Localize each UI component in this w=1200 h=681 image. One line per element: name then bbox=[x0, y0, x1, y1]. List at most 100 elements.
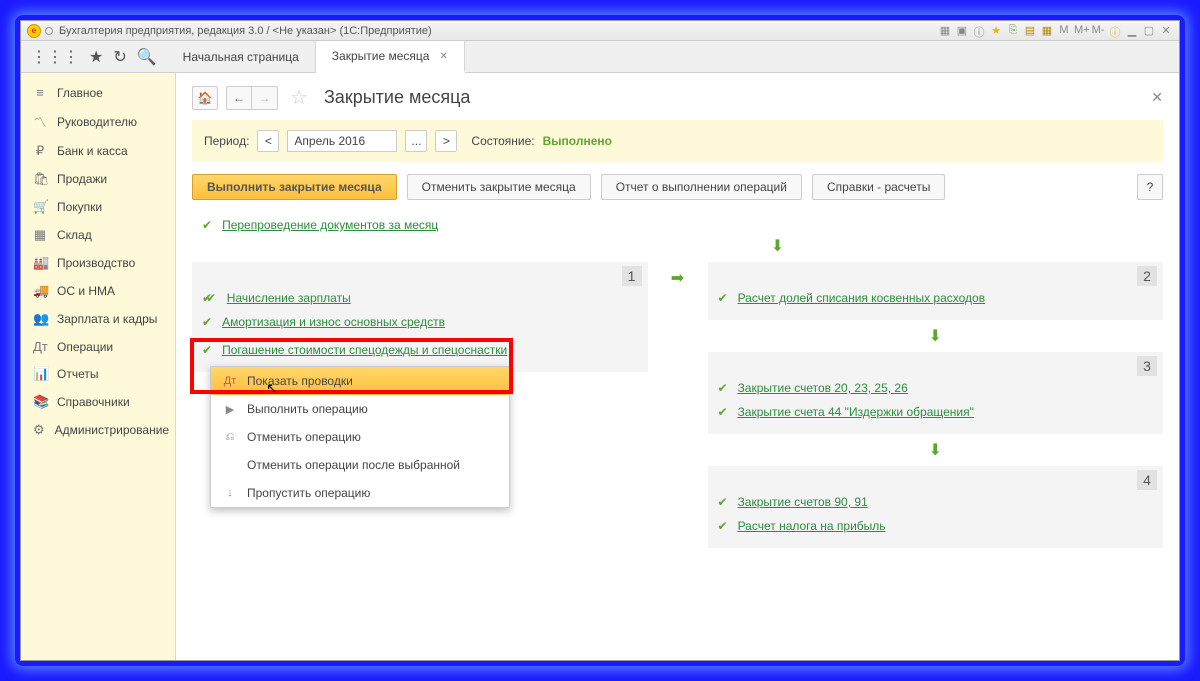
sidebar-item-stock[interactable]: ▦Склад bbox=[21, 221, 175, 249]
stage-2-number: 2 bbox=[1137, 266, 1157, 286]
maximize-icon[interactable]: ▢ bbox=[1142, 24, 1156, 38]
execute-icon: ▶ bbox=[223, 403, 237, 416]
star-icon[interactable]: ★ bbox=[89, 47, 103, 67]
calc-icon[interactable]: ▤ bbox=[1023, 24, 1037, 38]
dcheck-icon: ✔✔ bbox=[202, 291, 210, 305]
calendar-icon[interactable]: ▦ bbox=[1040, 24, 1054, 38]
status-label: Состояние: bbox=[471, 134, 534, 148]
back-button[interactable]: ← bbox=[226, 86, 252, 110]
tab-close-month[interactable]: Закрытие месяца ✕ bbox=[316, 41, 465, 73]
op-amort[interactable]: Амортизация и износ основных средств bbox=[222, 315, 445, 329]
left-sidebar: ≡Главное 〽Руководителю ₽Банк и касса 🛍Пр… bbox=[21, 73, 176, 660]
chart-icon: 〽 bbox=[33, 112, 47, 131]
context-show-entries[interactable]: ДтПоказать проводки bbox=[211, 367, 509, 395]
stage-2-block: 2 ✔ Расчет долей списания косвенных расхо… bbox=[708, 262, 1164, 320]
menu-icon: ≡ bbox=[33, 85, 47, 100]
check-icon: ✔ bbox=[718, 381, 728, 395]
stage-4-block: 4 ✔ Закрытие счетов 90, 91 ✔ Расчет налога… bbox=[708, 466, 1164, 548]
op-indirect[interactable]: Расчет долей списания косвенных расходов bbox=[738, 291, 986, 305]
sidebar-item-ops[interactable]: ДтОперации bbox=[21, 333, 175, 360]
sidebar-item-salary[interactable]: 👥Зарплата и кадры bbox=[21, 305, 175, 333]
window-title: Бухгалтерия предприятия, редакция 3.0 / … bbox=[59, 25, 432, 37]
check-icon: ✔ bbox=[718, 495, 728, 509]
info-icon[interactable]: ⓘ bbox=[972, 24, 986, 38]
help-button[interactable]: ? bbox=[1137, 174, 1163, 200]
grid-icon[interactable]: ▦ bbox=[938, 24, 952, 38]
period-bar: Период: < Апрель 2016 ... > Состояние: В… bbox=[192, 120, 1163, 162]
context-cancel[interactable]: ⎌Отменить операцию bbox=[211, 423, 509, 451]
context-cancel-after[interactable]: Отменить операции после выбранной bbox=[211, 451, 509, 479]
sidebar-item-sales[interactable]: 🛍Продажи bbox=[21, 165, 175, 193]
check-icon: ✔ bbox=[202, 343, 212, 357]
history-icon[interactable]: ↻ bbox=[113, 47, 126, 67]
m-icon[interactable]: M bbox=[1057, 24, 1071, 38]
op-close-9091[interactable]: Закрытие счетов 90, 91 bbox=[738, 495, 868, 509]
run-button[interactable]: Выполнить закрытие месяца bbox=[192, 174, 397, 200]
close-window-icon[interactable]: ✕ bbox=[1159, 24, 1173, 38]
op-spec[interactable]: Погашение стоимости спецодежды и спецосн… bbox=[222, 343, 507, 357]
period-picker-button[interactable]: ... bbox=[405, 130, 427, 152]
apps-icon[interactable]: ⋮⋮⋮ bbox=[31, 47, 79, 67]
tab-close-icon[interactable]: ✕ bbox=[439, 51, 447, 62]
op-salary[interactable]: Начисление зарплаты bbox=[227, 291, 351, 305]
factory-icon: 🏭 bbox=[33, 255, 47, 271]
link-icon[interactable]: ⎘ bbox=[1006, 24, 1020, 38]
context-menu: ДтПоказать проводки ▶Выполнить операцию … bbox=[210, 366, 510, 508]
book-icon: 📚 bbox=[33, 394, 47, 410]
entries-icon: Дт bbox=[223, 375, 237, 387]
context-execute[interactable]: ▶Выполнить операцию bbox=[211, 395, 509, 423]
ops-icon: Дт bbox=[33, 339, 47, 354]
sidebar-item-bank[interactable]: ₽Банк и касса bbox=[21, 137, 175, 165]
cursor-icon: ↖ bbox=[266, 380, 278, 397]
bars-icon: 📊 bbox=[33, 366, 47, 382]
report-button[interactable]: Отчет о выполнении операций bbox=[601, 174, 802, 200]
minimize-icon[interactable]: ▁ bbox=[1125, 24, 1139, 38]
cancel-button[interactable]: Отменить закрытие месяца bbox=[407, 174, 591, 200]
sidebar-item-admin[interactable]: ⚙Администрирование bbox=[21, 416, 175, 444]
arrow-down-icon: ⬇ bbox=[708, 326, 1164, 346]
arrow-right-icon: ➡ bbox=[671, 268, 684, 288]
period-next-button[interactable]: > bbox=[435, 130, 457, 152]
sidebar-item-reports[interactable]: 📊Отчеты bbox=[21, 360, 175, 388]
sidebar-item-main[interactable]: ≡Главное bbox=[21, 79, 175, 106]
favorite-star-icon[interactable]: ☆ bbox=[290, 85, 308, 110]
arrow-down-icon: ⬇ bbox=[392, 236, 1163, 256]
star-fav-icon[interactable]: ★ bbox=[989, 24, 1003, 38]
op-reprocess[interactable]: Перепроведение документов за месяц bbox=[222, 218, 438, 232]
window-titlebar: e Бухгалтерия предприятия, редакция 3.0 … bbox=[21, 21, 1179, 41]
sidebar-item-refs[interactable]: 📚Справочники bbox=[21, 388, 175, 416]
sidebar-item-manager[interactable]: 〽Руководителю bbox=[21, 106, 175, 137]
stage-4-number: 4 bbox=[1137, 470, 1157, 490]
content-area: 🏠 ← → ☆ Закрытие месяца ✕ Период: < Апре… bbox=[176, 73, 1179, 660]
ruble-icon: ₽ bbox=[33, 143, 47, 159]
calc-button[interactable]: Справки - расчеты bbox=[812, 174, 945, 200]
m-plus-icon[interactable]: M+ bbox=[1074, 24, 1088, 38]
truck-icon: 🚚 bbox=[33, 283, 47, 299]
forward-button[interactable]: → bbox=[252, 86, 278, 110]
check-icon: ✔ bbox=[718, 405, 728, 419]
people-icon: 👥 bbox=[33, 311, 47, 327]
boxes-icon: ▦ bbox=[33, 227, 47, 243]
period-prev-button[interactable]: < bbox=[257, 130, 279, 152]
close-page-icon[interactable]: ✕ bbox=[1151, 89, 1163, 106]
status-dot-icon bbox=[45, 27, 53, 35]
search-icon[interactable]: 🔍 bbox=[137, 47, 157, 67]
check-icon: ✔ bbox=[718, 291, 728, 305]
arrow-down-icon: ⬇ bbox=[708, 440, 1164, 460]
m-minus-icon[interactable]: M- bbox=[1091, 24, 1105, 38]
home-button[interactable]: 🏠 bbox=[192, 86, 218, 110]
sidebar-item-production[interactable]: 🏭Производство bbox=[21, 249, 175, 277]
sidebar-item-assets[interactable]: 🚚ОС и НМА bbox=[21, 277, 175, 305]
sidebar-item-purchases[interactable]: 🛒Покупки bbox=[21, 193, 175, 221]
period-input[interactable]: Апрель 2016 bbox=[287, 130, 397, 152]
app-icon[interactable]: ▣ bbox=[955, 24, 969, 38]
app-logo-icon: e bbox=[27, 24, 41, 38]
op-profit-tax[interactable]: Расчет налога на прибыль bbox=[738, 519, 886, 533]
op-close-2025[interactable]: Закрытие счетов 20, 23, 25, 26 bbox=[738, 381, 908, 395]
op-close-44[interactable]: Закрытие счета 44 "Издержки обращения" bbox=[738, 405, 974, 419]
stage-1-block: 1 ✔✔ Начисление зарплаты ✔Амортизация и … bbox=[192, 262, 648, 372]
check-icon: ✔ bbox=[718, 519, 728, 533]
help-icon[interactable]: ⓘ bbox=[1108, 24, 1122, 38]
tab-home[interactable]: Начальная страница bbox=[167, 41, 316, 72]
context-skip[interactable]: ↓Пропустить операцию bbox=[211, 479, 509, 507]
